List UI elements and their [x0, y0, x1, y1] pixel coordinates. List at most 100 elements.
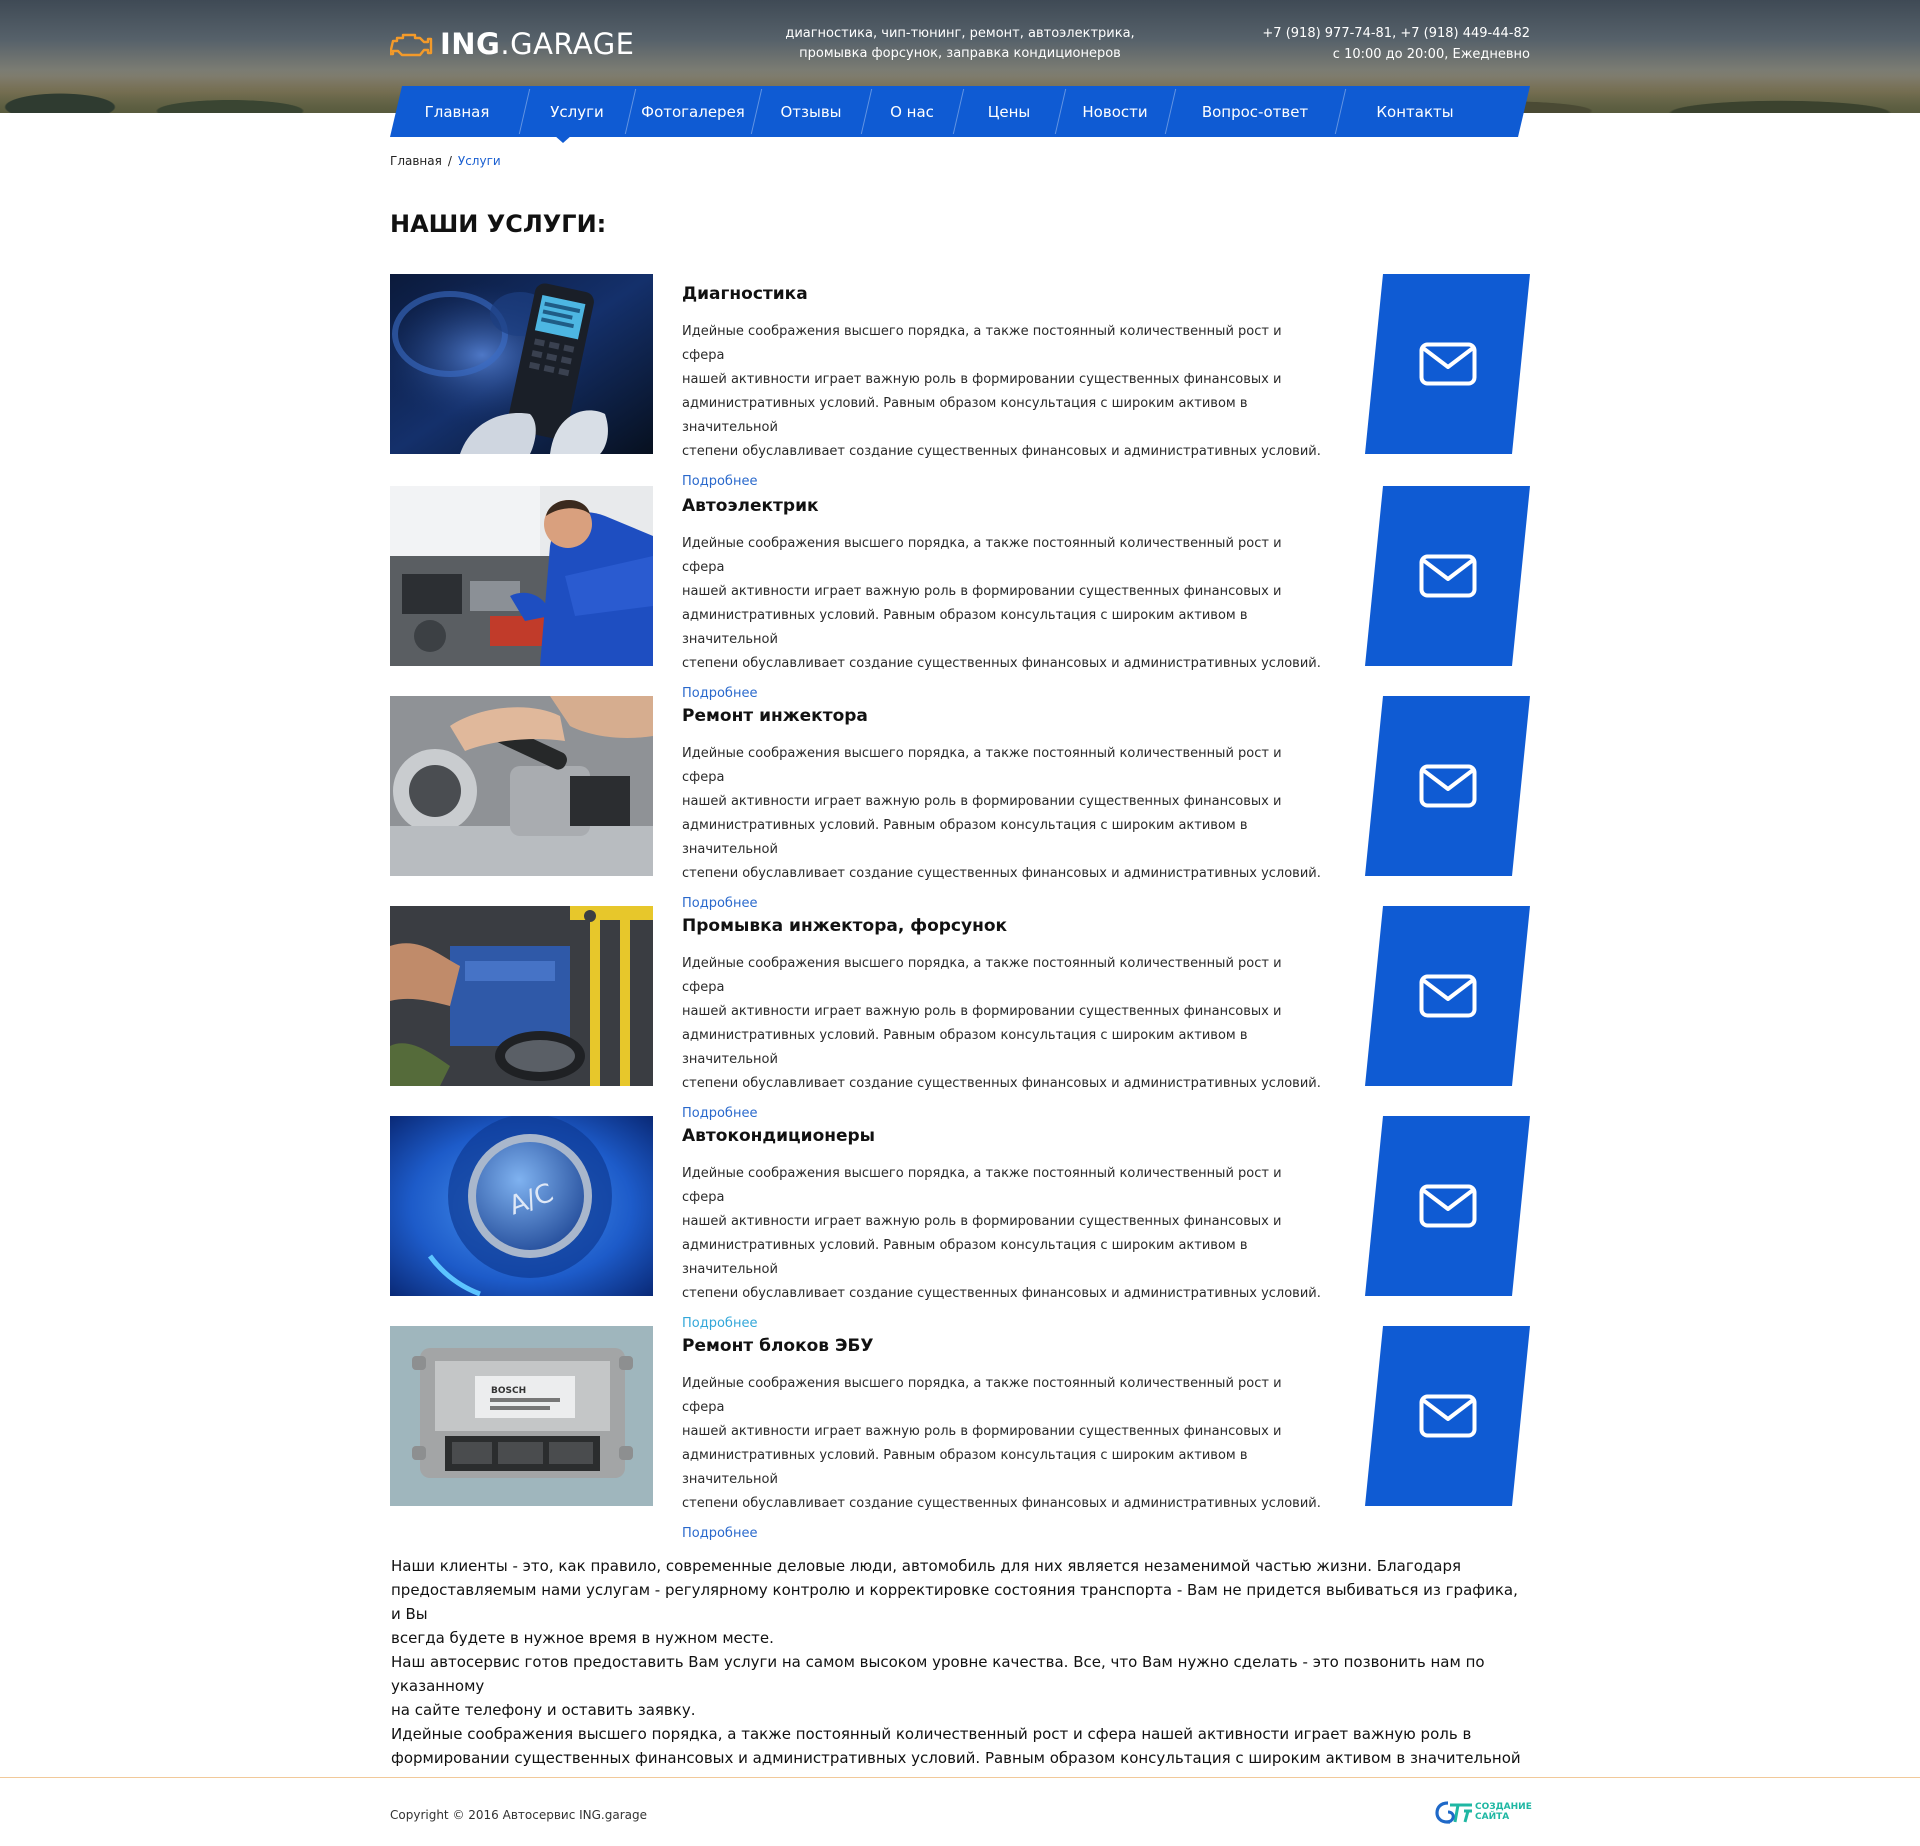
- nav-item-prices[interactable]: Цены: [958, 86, 1060, 137]
- description-line: Идейные соображения высшего порядка, а т…: [682, 956, 1282, 995]
- service-title[interactable]: Ремонт инжектора: [682, 706, 1322, 726]
- contact-mail-button[interactable]: [1365, 274, 1530, 454]
- engine-bay-photo: [390, 906, 653, 1086]
- copyright: Copyright © 2016 Автосервис ING.garage: [390, 1808, 647, 1822]
- working-hours: с 10:00 до 20:00, Ежедневно: [1332, 47, 1530, 62]
- studio-line: СОЗДАНИЕ: [1475, 1802, 1532, 1812]
- envelope-icon: [1419, 974, 1476, 1018]
- breadcrumb-home[interactable]: Главная: [390, 154, 442, 168]
- about-line: формировании существенных финансовых и а…: [391, 1749, 1521, 1767]
- service-title[interactable]: Промывка инжектора, форсунок: [682, 916, 1322, 936]
- description-line: Идейные соображения высшего порядка, а т…: [682, 324, 1282, 363]
- main-nav: Главная Услуги Фотогалерея Отзывы О нас …: [390, 86, 1530, 137]
- description-line: степени обуславливает создание существен…: [682, 1496, 1321, 1511]
- breadcrumb-separator: /: [447, 154, 452, 168]
- logo-thin: .GARAGE: [500, 27, 635, 61]
- breadcrumb: Главная / Услуги: [390, 154, 501, 168]
- ecu-unit-photo: BOSCH: [390, 1326, 653, 1506]
- about-line: Наши клиенты - это, как правило, совреме…: [391, 1557, 1461, 1575]
- ecu-brand-label: BOSCH: [491, 1386, 526, 1396]
- contact-mail-button[interactable]: [1365, 696, 1530, 876]
- check-engine-icon: [390, 33, 433, 57]
- phone-numbers[interactable]: +7 (918) 977-74-81, +7 (918) 449-44-82: [1180, 23, 1530, 44]
- logo-text: ING.GARAGE: [440, 27, 635, 61]
- nav-item-reviews[interactable]: Отзывы: [756, 86, 866, 137]
- envelope-icon: [1419, 764, 1476, 808]
- description-line: Идейные соображения высшего порядка, а т…: [682, 1376, 1282, 1415]
- nav-item-faq[interactable]: Вопрос-ответ: [1170, 86, 1340, 137]
- description-line: нашей активности играет важную роль в фо…: [682, 1004, 1282, 1019]
- studio-text: СОЗДАНИЕ САЙТА: [1475, 1802, 1532, 1822]
- contact-mail-button[interactable]: [1365, 486, 1530, 666]
- service-description: Идейные соображения высшего порядка, а т…: [682, 1162, 1322, 1306]
- footer-divider: [0, 1777, 1920, 1778]
- description-line: административных условий. Равным образом…: [682, 608, 1248, 647]
- studio-logo-mark: [1435, 1801, 1472, 1824]
- service-card: Диагностика Идейные соображения высшего …: [390, 274, 1530, 489]
- site-logo[interactable]: ING.GARAGE: [390, 26, 635, 62]
- nav-item-news[interactable]: Новости: [1060, 86, 1170, 137]
- mechanic-photo: [390, 486, 653, 666]
- service-image[interactable]: [390, 274, 653, 454]
- description-line: степени обуславливает создание существен…: [682, 1286, 1321, 1301]
- service-title[interactable]: Диагностика: [682, 284, 1322, 304]
- more-link[interactable]: Подробнее: [682, 1526, 757, 1541]
- envelope-icon: [1419, 554, 1476, 598]
- service-card: Ремонт инжектора Идейные соображения выс…: [390, 696, 1530, 911]
- contact-mail-button[interactable]: [1365, 1116, 1530, 1296]
- header-tagline: диагностика, чип-тюнинг, ремонт, автоэле…: [770, 24, 1150, 64]
- description-line: степени обуславливает создание существен…: [682, 866, 1321, 881]
- service-title[interactable]: Автоэлектрик: [682, 496, 1322, 516]
- description-line: административных условий. Равным образом…: [682, 396, 1248, 435]
- nav-item-contacts[interactable]: Контакты: [1340, 86, 1490, 137]
- contact-mail-button[interactable]: [1365, 906, 1530, 1086]
- description-line: нашей активности играет важную роль в фо…: [682, 584, 1282, 599]
- tagline-line: диагностика, чип-тюнинг, ремонт, автоэле…: [785, 26, 1135, 41]
- service-title[interactable]: Автокондиционеры: [682, 1126, 1322, 1146]
- service-image[interactable]: [390, 486, 653, 666]
- service-image[interactable]: A/C: [390, 1116, 653, 1296]
- description-line: степени обуславливает создание существен…: [682, 444, 1321, 459]
- service-body: Ремонт инжектора Идейные соображения выс…: [682, 696, 1322, 911]
- nav-item-about[interactable]: О нас: [866, 86, 958, 137]
- envelope-icon: [1419, 1184, 1476, 1228]
- service-card: BOSCH Ремонт блоков ЭБУ Идейные соображе…: [390, 1326, 1530, 1541]
- service-description: Идейные соображения высшего порядка, а т…: [682, 952, 1322, 1096]
- description-line: нашей активности играет важную роль в фо…: [682, 1214, 1282, 1229]
- nav-item-gallery[interactable]: Фотогалерея: [630, 86, 756, 137]
- studio-logo[interactable]: СОЗДАНИЕ САЙТА: [1434, 1800, 1532, 1824]
- about-line: всегда будете в нужное время в нужном ме…: [391, 1629, 774, 1647]
- nav-item-services[interactable]: Услуги: [524, 86, 630, 137]
- about-line: на сайте телефону и оставить заявку.: [391, 1701, 696, 1719]
- service-image[interactable]: BOSCH: [390, 1326, 653, 1506]
- description-line: административных условий. Равным образом…: [682, 1028, 1248, 1067]
- service-image[interactable]: [390, 696, 653, 876]
- service-title[interactable]: Ремонт блоков ЭБУ: [682, 1336, 1322, 1356]
- tagline-line: промывка форсунок, заправка кондиционеро…: [799, 46, 1121, 61]
- service-card: Промывка инжектора, форсунок Идейные соо…: [390, 906, 1530, 1121]
- injector-repair-photo: [390, 696, 653, 876]
- service-card: Автоэлектрик Идейные соображения высшего…: [390, 486, 1530, 701]
- description-line: Идейные соображения высшего порядка, а т…: [682, 1166, 1282, 1205]
- nav-item-home[interactable]: Главная: [390, 86, 524, 137]
- description-line: нашей активности играет важную роль в фо…: [682, 794, 1282, 809]
- description-line: административных условий. Равным образом…: [682, 818, 1248, 857]
- description-line: Идейные соображения высшего порядка, а т…: [682, 536, 1282, 575]
- logo-bold: ING: [440, 27, 501, 61]
- ac-button-photo: A/C: [390, 1116, 653, 1296]
- service-description: Идейные соображения высшего порядка, а т…: [682, 320, 1322, 464]
- service-body: Автокондиционеры Идейные соображения выс…: [682, 1116, 1322, 1331]
- page-title: НАШИ УСЛУГИ:: [390, 210, 607, 238]
- about-line: Идейные соображения высшего порядка, а т…: [391, 1725, 1472, 1743]
- about-line: предоставляемым нами услугам - регулярно…: [391, 1581, 1518, 1623]
- envelope-icon: [1419, 1394, 1476, 1438]
- breadcrumb-current[interactable]: Услуги: [458, 154, 501, 168]
- service-body: Диагностика Идейные соображения высшего …: [682, 274, 1322, 489]
- description-line: административных условий. Равным образом…: [682, 1238, 1248, 1277]
- service-image[interactable]: [390, 906, 653, 1086]
- description-line: степени обуславливает создание существен…: [682, 656, 1321, 671]
- service-body: Ремонт блоков ЭБУ Идейные соображения вы…: [682, 1326, 1322, 1541]
- contact-mail-button[interactable]: [1365, 1326, 1530, 1506]
- studio-line: САЙТА: [1475, 1812, 1510, 1822]
- about-line: Наш автосервис готов предоставить Вам ус…: [391, 1653, 1485, 1695]
